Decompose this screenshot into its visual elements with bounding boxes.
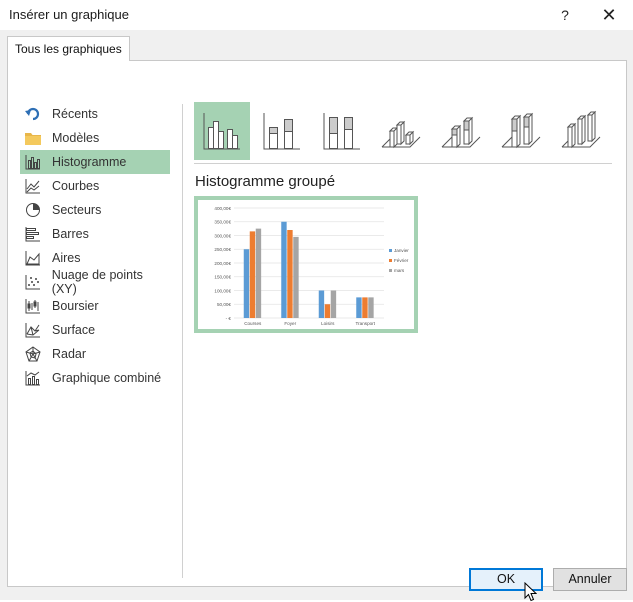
x-tick-label: Loisirs: [321, 321, 335, 326]
legend-entry: Février: [394, 258, 409, 263]
content-panel: Récents Modèles Histogramme Courbes Sect…: [7, 60, 627, 587]
chart-bar: [287, 230, 293, 318]
y-tick-label: 350,00€: [214, 220, 231, 225]
category-item-graphique-combine[interactable]: Graphique combiné: [20, 366, 170, 390]
category-label: Graphique combiné: [52, 371, 162, 385]
tab-all-charts[interactable]: Tous les graphiques: [7, 36, 130, 61]
3d-stacked-column-icon[interactable]: [434, 102, 490, 160]
category-item-aires[interactable]: Aires: [20, 246, 170, 270]
chart-bar: [249, 231, 256, 318]
category-list: Récents Modèles Histogramme Courbes Sect…: [20, 102, 170, 390]
selected-subtype-name: Histogramme groupé: [195, 173, 336, 190]
3d-clustered-column-icon[interactable]: [374, 102, 430, 160]
category-label: Barres: [52, 227, 89, 241]
scatter-chart-icon: [24, 273, 42, 291]
cancel-button[interactable]: Annuler: [553, 568, 627, 591]
x-tick-label: Transport: [356, 321, 376, 326]
legend-swatch: [389, 269, 392, 272]
category-item-recents[interactable]: Récents: [20, 102, 170, 126]
stock-chart-icon: [24, 297, 42, 315]
chart-bar: [318, 290, 325, 318]
chart-bar: [356, 297, 362, 318]
y-tick-label: 50,00€: [217, 302, 231, 307]
category-item-barres[interactable]: Barres: [20, 222, 170, 246]
chart-bar: [243, 249, 250, 318]
3d-stacked-100-column-icon[interactable]: [494, 102, 550, 160]
chart-preview-svg: - € 50,00€ 100,00€ 150,00€ 200,00€ 250,00€ 300…: [214, 206, 409, 326]
category-label: Nuage de points (XY): [51, 268, 143, 296]
category-item-secteurs[interactable]: Secteurs: [20, 198, 170, 222]
category-item-nuage-de-points[interactable]: Nuage de points (XY): [20, 268, 170, 296]
category-item-boursier[interactable]: Boursier: [20, 294, 170, 318]
folder-icon: [24, 129, 42, 147]
category-label: Radar: [52, 347, 87, 361]
help-button[interactable]: ?: [550, 2, 580, 28]
line-chart-icon: [24, 177, 42, 195]
legend-entry: mars: [394, 268, 405, 273]
category-item-histogramme[interactable]: Histogramme: [20, 150, 170, 174]
category-item-modeles[interactable]: Modèles: [20, 126, 170, 150]
legend-swatch: [389, 259, 392, 262]
3d-column-icon[interactable]: [554, 102, 610, 160]
divider-horizontal: [194, 163, 612, 164]
close-button[interactable]: ✕: [594, 2, 624, 28]
y-tick-label: 250,00€: [214, 247, 231, 252]
stacked-column-icon[interactable]: [254, 102, 310, 160]
x-tick-label: Courses: [244, 321, 262, 326]
chart-bar: [255, 228, 262, 318]
chart-bar: [362, 297, 368, 318]
divider-vertical: [182, 104, 183, 578]
stacked-100-column-icon[interactable]: [314, 102, 370, 160]
y-tick-label: 300,00€: [214, 233, 231, 238]
clustered-column-icon[interactable]: [194, 102, 250, 160]
category-label: Courbes: [52, 179, 100, 193]
category-item-surface[interactable]: Surface: [20, 318, 170, 342]
y-tick-label: 100,00€: [214, 288, 231, 293]
column-chart-icon: [24, 153, 42, 171]
area-chart-icon: [24, 249, 42, 267]
category-label: Histogramme: [52, 155, 127, 169]
x-tick-label: Foyer: [284, 321, 296, 326]
mouse-cursor-icon: [524, 582, 537, 602]
legend-swatch: [389, 249, 392, 252]
chart-bar: [368, 297, 374, 318]
chart-bar: [330, 290, 337, 318]
bar-chart-icon: [24, 225, 42, 243]
chart-preview[interactable]: - € 50,00€ 100,00€ 150,00€ 200,00€ 250,00€ 300…: [194, 196, 418, 333]
legend-entry: Janvier: [394, 248, 409, 253]
dialog-body: Tous les graphiques Récents Modèles Hist…: [0, 30, 633, 602]
y-tick-label: 400,00€: [214, 206, 231, 211]
category-label: Aires: [52, 251, 81, 265]
surface-chart-icon: [24, 321, 42, 339]
y-tick-label: - €: [226, 316, 232, 321]
y-tick-label: 200,00€: [214, 261, 231, 266]
radar-chart-icon: [24, 345, 42, 363]
category-label: Boursier: [52, 299, 99, 313]
category-label: Secteurs: [52, 203, 102, 217]
dialog-title: Insérer un graphique: [9, 7, 129, 22]
category-label: Surface: [52, 323, 96, 337]
chart-bar: [324, 304, 331, 318]
undo-arrow-icon: [24, 105, 42, 123]
pie-chart-icon: [24, 201, 42, 219]
chart-bar: [293, 236, 299, 318]
title-bar: Insérer un graphique ? ✕: [0, 0, 633, 30]
category-item-courbes[interactable]: Courbes: [20, 174, 170, 198]
chart-bar: [281, 221, 287, 318]
y-tick-label: 150,00€: [214, 275, 231, 280]
category-item-radar[interactable]: Radar: [20, 342, 170, 366]
category-label: Récents: [52, 107, 98, 121]
category-label: Modèles: [52, 131, 100, 145]
combo-chart-icon: [24, 369, 42, 387]
